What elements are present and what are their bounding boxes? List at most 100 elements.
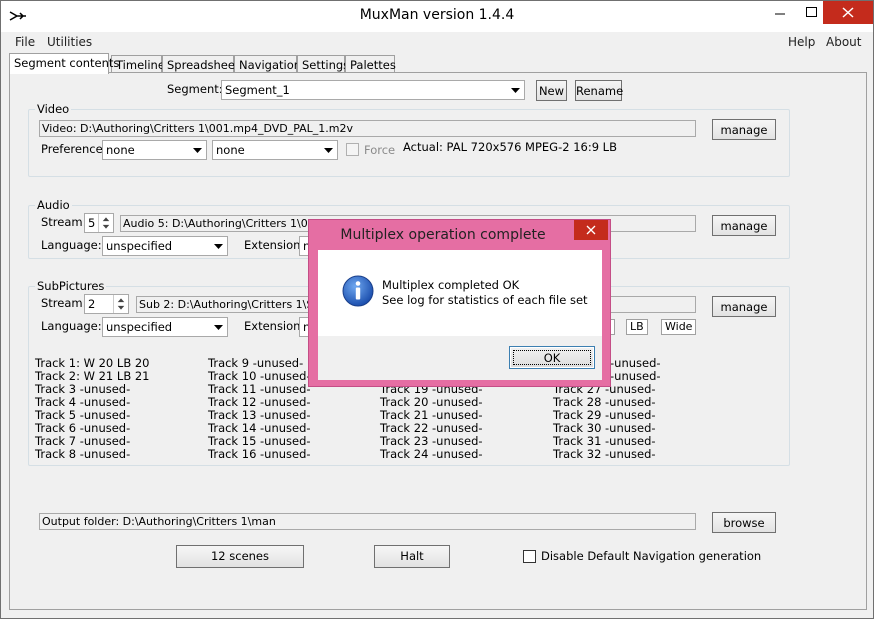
track-entry: Track 21 -unused- (380, 408, 483, 422)
sub-language-label: Language: (41, 319, 102, 333)
track-entry: Track 13 -unused- (208, 408, 311, 422)
browse-button[interactable]: browse (712, 512, 776, 533)
spin-arrows-icon (113, 295, 125, 313)
track-entry: -unused- (610, 369, 661, 383)
sub-language-select[interactable]: unspecified (102, 317, 228, 337)
track-entry: Track 31 -unused- (553, 434, 656, 448)
minimize-icon (775, 13, 785, 15)
video-file-field: Video: D:\Authoring\Critters 1\001.mp4_D… (39, 120, 696, 137)
audio-language-value: unspecified (106, 239, 173, 253)
track-entry: Track 28 -unused- (553, 395, 656, 409)
track-entry: Track 7 -unused- (35, 434, 131, 448)
audio-language-select[interactable]: unspecified (102, 236, 228, 256)
force-label: Force (364, 143, 396, 157)
sub-stream-label: Stream: (41, 296, 87, 310)
video-manage-button[interactable]: manage (712, 119, 776, 140)
chevron-down-icon (214, 325, 223, 330)
chevron-down-icon (511, 88, 520, 93)
track-entry: Track 2: W 21 LB 21 (35, 369, 150, 383)
chevron-down-icon (324, 148, 333, 153)
track-entry: Track 32 -unused- (553, 447, 656, 461)
window-title: MuxMan version 1.4.4 (359, 7, 515, 23)
chevron-down-icon (214, 244, 223, 249)
track-entry: Track 8 -unused- (35, 447, 131, 461)
sub-stream-spinner[interactable]: 2 (84, 294, 129, 314)
dialog-title: Multiplex operation complete (340, 227, 546, 243)
main-window: MuxMan version 1.4.4 File Utilities Help… (0, 0, 874, 619)
menu-help[interactable]: Help (788, 35, 815, 49)
track-entry: Track 4 -unused- (35, 395, 131, 409)
lb-toggle[interactable]: LB (626, 319, 648, 335)
preference-2-value: none (216, 143, 245, 157)
segment-label: Segment: (167, 82, 223, 96)
output-folder-field: Output folder: D:\Authoring\Critters 1\m… (39, 513, 696, 530)
close-icon (586, 225, 596, 235)
info-icon (342, 275, 374, 307)
track-entry: Track 1: W 20 LB 20 (35, 356, 150, 370)
track-entry: Track 22 -unused- (380, 421, 483, 435)
audio-legend: Audio (35, 198, 72, 212)
track-entry: Track 11 -unused- (208, 382, 311, 396)
audio-stream-value: 5 (88, 216, 96, 230)
multiplex-complete-dialog: Multiplex operation complete Multiplex c… (308, 219, 611, 387)
dialog-message-line1: Multiplex completed OK (382, 278, 520, 292)
minimize-button[interactable] (765, 1, 795, 24)
preference-select-2[interactable]: none (212, 140, 338, 160)
subpictures-legend: SubPictures (35, 279, 107, 293)
dialog-message-line2: See log for statistics of each file set (382, 293, 588, 307)
track-entry: Track 14 -unused- (208, 421, 311, 435)
close-icon (842, 7, 854, 18)
audio-stream-label: Stream: (41, 215, 87, 229)
tab-segment-contents[interactable]: Segment contents (9, 53, 119, 74)
preference-label: Preference: (41, 142, 107, 156)
new-segment-button[interactable]: New (536, 80, 567, 101)
track-entry: -unused- (610, 356, 661, 370)
track-entry: Track 5 -unused- (35, 408, 131, 422)
audio-stream-spinner[interactable]: 5 (84, 213, 114, 233)
sub-stream-value: 2 (88, 297, 96, 311)
audio-extension-label: Extension: (244, 238, 305, 252)
segment-value: Segment_1 (225, 83, 290, 97)
wide-toggle[interactable]: Wide (661, 319, 697, 335)
audio-manage-button[interactable]: manage (712, 215, 776, 236)
video-actual-info: Actual: PAL 720x576 MPEG-2 16:9 LB (403, 140, 617, 154)
dialog-close-button[interactable] (574, 220, 608, 240)
track-entry: Track 23 -unused- (380, 434, 483, 448)
dialog-body: Multiplex completed OK See log for stati… (318, 250, 602, 336)
rename-segment-button[interactable]: Rename (575, 80, 623, 101)
track-entry: Track 10 -unused- (208, 369, 311, 383)
track-entry: Track 24 -unused- (380, 447, 483, 461)
segment-select[interactable]: Segment_1 (221, 80, 525, 100)
track-entry: Track 15 -unused- (208, 434, 311, 448)
preference-select-1[interactable]: none (102, 140, 207, 160)
ok-button[interactable]: OK (509, 346, 595, 369)
focus-rectangle (513, 350, 591, 365)
sub-manage-button[interactable]: manage (712, 296, 776, 317)
track-entry: Track 20 -unused- (380, 395, 483, 409)
disable-navigation-checkbox[interactable] (523, 550, 536, 563)
spin-arrows-icon (98, 214, 110, 232)
menu-about[interactable]: About (826, 35, 861, 49)
sub-language-value: unspecified (106, 320, 173, 334)
track-entry: Track 9 -unused- (208, 356, 304, 370)
close-button[interactable] (823, 1, 873, 24)
dialog-footer: OK (318, 336, 602, 380)
sub-extension-label: Extension: (244, 319, 305, 333)
menu-utilities[interactable]: Utilities (47, 35, 92, 49)
menu-bar: File Utilities Help About (1, 32, 873, 52)
disable-navigation-label: Disable Default Navigation generation (541, 549, 762, 563)
track-entry: Track 6 -unused- (35, 421, 131, 435)
force-checkbox[interactable] (346, 143, 359, 156)
scenes-button[interactable]: 12 scenes (176, 545, 304, 568)
video-legend: Video (35, 102, 72, 116)
track-entry: Track 16 -unused- (208, 447, 311, 461)
menu-file[interactable]: File (15, 35, 35, 49)
track-entry: Track 30 -unused- (553, 421, 656, 435)
audio-language-label: Language: (41, 238, 102, 252)
preference-1-value: none (106, 143, 135, 157)
track-entry: Track 3 -unused- (35, 382, 131, 396)
chevron-down-icon (193, 148, 202, 153)
halt-button[interactable]: Halt (374, 545, 450, 568)
track-entry: Track 12 -unused- (208, 395, 311, 409)
track-entry: Track 29 -unused- (553, 408, 656, 422)
